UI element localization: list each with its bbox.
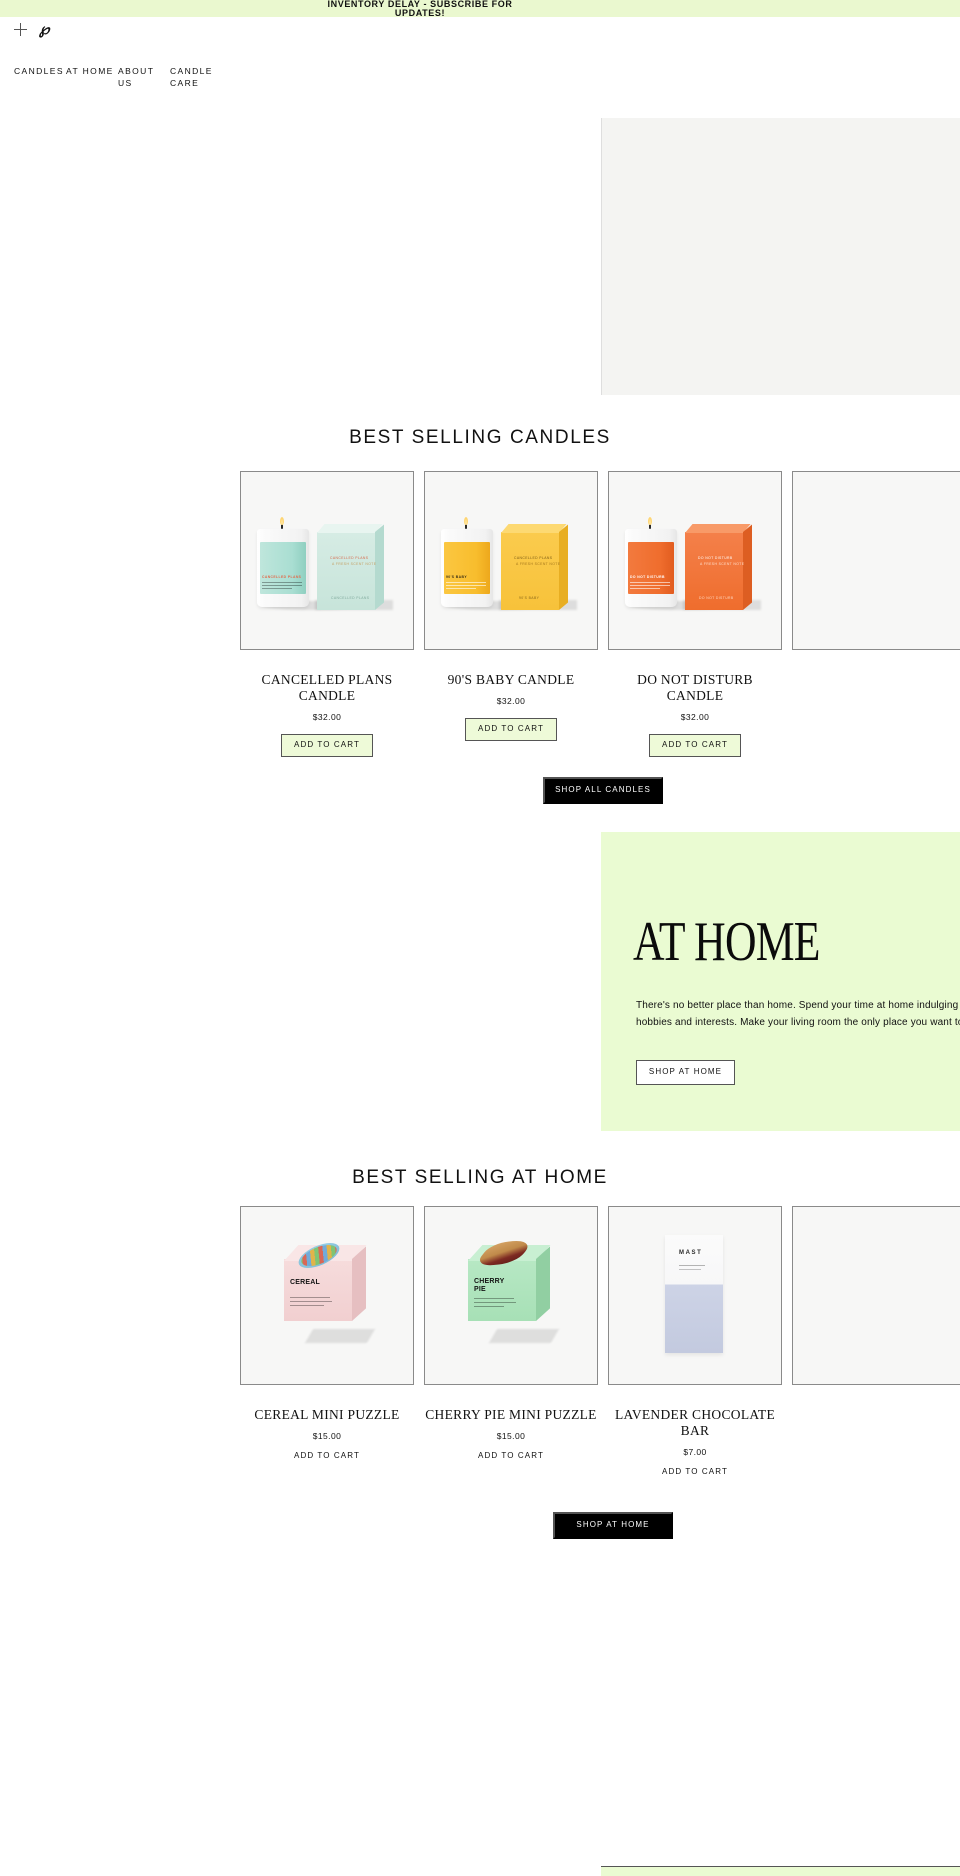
product-image-cherry-pie-puzzle[interactable]: CHERRY PIE [424,1206,598,1385]
add-to-cart-button[interactable]: ADD TO CART [649,734,741,757]
add-to-cart-button[interactable]: ADD TO CART [465,718,557,741]
add-to-cart-button[interactable]: ADD TO CART [649,1466,741,1478]
product-grid-at-home: CEREAL CEREAL MINI PUZZLE $15.00 ADD TO … [240,1206,960,1478]
product-title[interactable]: CHERRY PIE MINI PUZZLE [424,1407,598,1423]
product-card[interactable]: CEREAL CEREAL MINI PUZZLE $15.00 ADD TO … [240,1206,414,1478]
product-image-lavender-chocolate[interactable]: MAST [608,1206,782,1385]
product-card[interactable] [792,1206,960,1478]
product-title[interactable]: 90'S BABY CANDLE [424,672,598,688]
section-heading-at-home: BEST SELLING AT HOME [352,1167,608,1188]
product-image-do-not-disturb[interactable]: DO NOT DISTURB DO NOT DISTURB A FRESH SC… [608,471,782,650]
product-image-next[interactable] [792,471,960,650]
product-price: $32.00 [312,712,342,722]
product-image-cereal-puzzle[interactable]: CEREAL [240,1206,414,1385]
shop-at-home-button[interactable]: SHOP AT HOME [553,1512,673,1539]
add-to-cart-button[interactable]: ADD TO CART [281,734,373,757]
product-image-90s-baby[interactable]: 90'S BABY CANCELLED PLANS A FRESH SCENT … [424,471,598,650]
product-card[interactable]: MAST LAVENDER CHOCOLATE BAR $7.00 ADD TO… [608,1206,782,1478]
promo-body-text: There's no better place than home. Spend… [636,1000,960,1028]
product-card[interactable]: CANCELLED PLANS CANCELLED PLANS A FRESH … [240,471,414,757]
nav-item-candle-care[interactable]: CANDLE CARE [170,65,222,89]
product-price: $32.00 [496,696,526,706]
section-heading-candles: BEST SELLING CANDLES [349,427,611,448]
product-price: $15.00 [496,1431,526,1441]
product-price: $15.00 [312,1431,342,1441]
shop-all-candles-button[interactable]: SHOP ALL CANDLES [543,777,663,804]
pinterest-icon[interactable]: ℘ [39,21,49,36]
product-price: $32.00 [680,712,710,722]
plus-icon[interactable] [14,22,27,36]
nav-item-about-us[interactable]: ABOUT US [118,65,170,89]
product-image-cancelled-plans[interactable]: CANCELLED PLANS CANCELLED PLANS A FRESH … [240,471,414,650]
main-navigation: CANDLES AT HOME ABOUT US CANDLE CARE [0,41,960,89]
hero-banner [601,118,960,395]
product-title[interactable]: LAVENDER CHOCOLATE BAR [608,1407,782,1439]
add-to-cart-button[interactable]: ADD TO CART [281,1450,373,1462]
product-title[interactable]: DO NOT DISTURB CANDLE [608,672,782,704]
utility-bar: ℘ [0,17,960,41]
nav-item-at-home[interactable]: AT HOME [66,65,118,89]
at-home-promo: AT HOME There's no better place than hom… [601,832,960,1131]
promo-heading: AT HOME [633,911,820,973]
product-image-next[interactable] [792,1206,960,1385]
product-card[interactable]: CHERRY PIE CHERRY PIE MINI PUZZLE $15.00 … [424,1206,598,1478]
product-price: $7.00 [683,1447,707,1457]
product-title[interactable]: CEREAL MINI PUZZLE [240,1407,414,1423]
announcement-bar: INVENTORY DELAY - SUBSCRIBE FOR UPDATES! [0,0,960,17]
announcement-text: INVENTORY DELAY - SUBSCRIBE FOR UPDATES! [327,0,513,17]
product-grid-candles: CANCELLED PLANS CANCELLED PLANS A FRESH … [240,471,960,757]
add-to-cart-button[interactable]: ADD TO CART [465,1450,557,1462]
promo-shop-at-home-button[interactable]: SHOP AT HOME [636,1060,735,1085]
product-card[interactable] [792,471,960,757]
nav-item-candles[interactable]: CANDLES [14,65,66,89]
product-card[interactable]: DO NOT DISTURB DO NOT DISTURB A FRESH SC… [608,471,782,757]
product-title[interactable]: CANCELLED PLANS CANDLE [240,672,414,704]
product-card[interactable]: 90'S BABY CANCELLED PLANS A FRESH SCENT … [424,471,598,757]
